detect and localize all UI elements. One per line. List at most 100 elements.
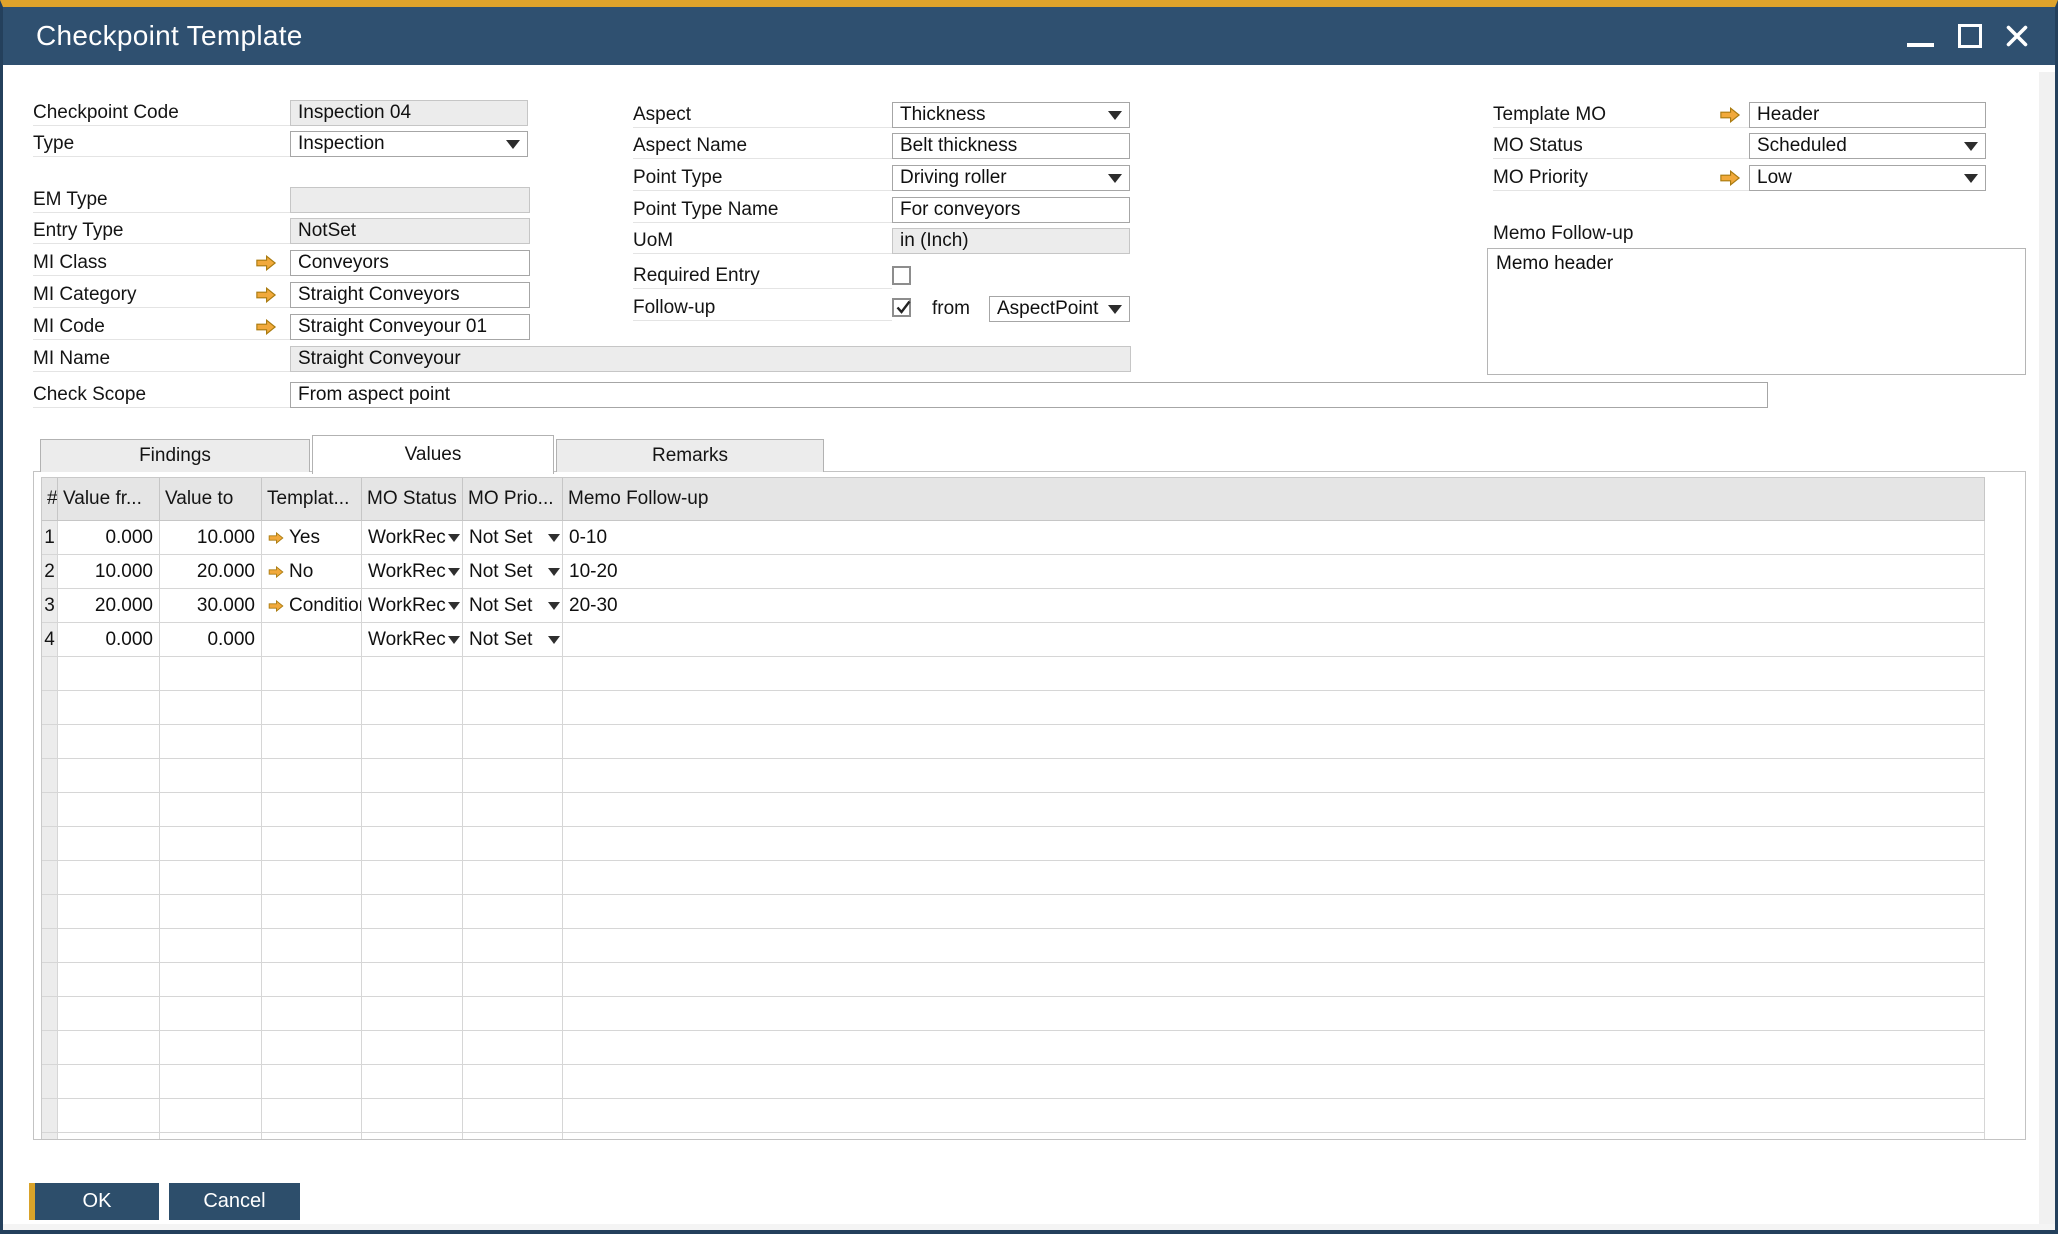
template-followup-cell[interactable] (262, 1065, 362, 1099)
col-header-template[interactable]: Templat... (262, 478, 362, 521)
mo-status-cell[interactable] (362, 691, 463, 725)
mo-status-cell[interactable]: WorkRec (362, 589, 463, 623)
col-header-value-to[interactable]: Value to (160, 478, 262, 521)
point-type-dropdown[interactable]: Driving roller (892, 165, 1130, 191)
memo-follow-up-cell[interactable]: 20-30 (563, 589, 1985, 623)
value-to-cell[interactable] (160, 691, 262, 725)
mo-status-cell[interactable] (362, 1099, 463, 1133)
mo-priority-cell[interactable]: Not Set (463, 589, 563, 623)
value-to-cell[interactable] (160, 725, 262, 759)
mi-code-field[interactable]: Straight Conveyour 01 (290, 314, 530, 340)
mo-priority-cell[interactable] (463, 1065, 563, 1099)
value-to-cell[interactable]: 20.000 (160, 555, 262, 589)
col-header-row-number[interactable]: # (42, 478, 58, 521)
memo-follow-up-cell[interactable] (563, 963, 1985, 997)
mi-class-field[interactable]: Conveyors (290, 250, 530, 276)
memo-follow-up-cell[interactable] (563, 929, 1985, 963)
mo-status-cell[interactable] (362, 759, 463, 793)
col-header-mo-priority[interactable]: MO Prio... (463, 478, 563, 521)
mo-status-cell[interactable]: WorkRec (362, 521, 463, 555)
row-number-cell[interactable]: 4 (42, 623, 58, 657)
mo-priority-cell[interactable] (463, 725, 563, 759)
mi-code-link-arrow-icon[interactable] (255, 319, 277, 335)
point-type-name-field[interactable]: For conveyors (892, 197, 1130, 223)
value-from-cell[interactable]: 10.000 (58, 555, 160, 589)
template-mo-link-arrow-icon[interactable] (1719, 107, 1741, 123)
value-from-cell[interactable] (58, 827, 160, 861)
mo-status-cell[interactable] (362, 1133, 463, 1139)
memo-follow-up-cell[interactable] (563, 1031, 1985, 1065)
mo-status-cell[interactable] (362, 997, 463, 1031)
mi-category-field[interactable]: Straight Conveyors (290, 282, 530, 308)
tab-findings[interactable]: Findings (40, 439, 310, 472)
row-number-cell[interactable] (42, 895, 58, 929)
col-header-memo-follow-up[interactable]: Memo Follow-up (563, 478, 1985, 521)
template-followup-cell[interactable] (262, 827, 362, 861)
mo-priority-cell[interactable] (463, 963, 563, 997)
value-from-cell[interactable] (58, 861, 160, 895)
value-from-cell[interactable] (58, 657, 160, 691)
mo-priority-cell[interactable]: Not Set (463, 623, 563, 657)
mo-priority-cell[interactable] (463, 793, 563, 827)
aspect-name-field[interactable]: Belt thickness (892, 133, 1130, 159)
cancel-button[interactable]: Cancel (169, 1183, 300, 1220)
mo-status-cell[interactable] (362, 793, 463, 827)
template-followup-cell[interactable] (262, 1031, 362, 1065)
template-followup-cell[interactable] (262, 1133, 362, 1139)
memo-follow-up-cell[interactable] (563, 1065, 1985, 1099)
check-scope-field[interactable]: From aspect point (290, 382, 1768, 408)
mo-priority-cell[interactable] (463, 827, 563, 861)
template-followup-cell[interactable] (262, 691, 362, 725)
value-to-cell[interactable] (160, 793, 262, 827)
mo-status-cell[interactable] (362, 929, 463, 963)
memo-follow-up-cell[interactable] (563, 827, 1985, 861)
mo-status-cell[interactable] (362, 1065, 463, 1099)
mo-priority-cell[interactable]: Not Set (463, 555, 563, 589)
template-followup-cell[interactable] (262, 895, 362, 929)
value-from-cell[interactable] (58, 929, 160, 963)
required-entry-checkbox[interactable] (892, 266, 911, 285)
row-number-cell[interactable] (42, 963, 58, 997)
mo-priority-cell[interactable] (463, 861, 563, 895)
value-from-cell[interactable] (58, 1099, 160, 1133)
follow-up-checkbox[interactable] (892, 298, 911, 317)
row-number-cell[interactable] (42, 691, 58, 725)
template-followup-cell[interactable] (262, 759, 362, 793)
mo-status-cell[interactable] (362, 725, 463, 759)
memo-follow-up-cell[interactable] (563, 691, 1985, 725)
value-to-cell[interactable]: 0.000 (160, 623, 262, 657)
mi-category-link-arrow-icon[interactable] (255, 287, 277, 303)
memo-follow-up-cell[interactable] (563, 997, 1985, 1031)
value-to-cell[interactable] (160, 997, 262, 1031)
value-to-cell[interactable] (160, 929, 262, 963)
memo-follow-up-cell[interactable]: 0-10 (563, 521, 1985, 555)
value-from-cell[interactable] (58, 1065, 160, 1099)
value-from-cell[interactable] (58, 759, 160, 793)
row-number-cell[interactable] (42, 929, 58, 963)
row-number-cell[interactable]: 2 (42, 555, 58, 589)
template-mo-field[interactable]: Header (1749, 102, 1986, 128)
row-number-cell[interactable] (42, 1099, 58, 1133)
mo-status-cell[interactable] (362, 963, 463, 997)
type-dropdown[interactable]: Inspection (290, 131, 528, 157)
template-followup-cell[interactable] (262, 929, 362, 963)
mo-status-cell[interactable] (362, 861, 463, 895)
template-followup-cell[interactable] (262, 793, 362, 827)
template-followup-cell[interactable] (262, 997, 362, 1031)
memo-follow-up-cell[interactable] (563, 725, 1985, 759)
template-followup-cell[interactable] (262, 623, 362, 657)
close-button[interactable] (1997, 7, 2037, 65)
value-to-cell[interactable] (160, 861, 262, 895)
mo-priority-cell[interactable] (463, 1099, 563, 1133)
row-number-cell[interactable] (42, 793, 58, 827)
memo-follow-up-cell[interactable]: 10-20 (563, 555, 1985, 589)
maximize-button[interactable] (1950, 7, 1990, 65)
mo-priority-cell[interactable] (463, 1133, 563, 1139)
mo-priority-cell[interactable] (463, 691, 563, 725)
memo-follow-up-textarea[interactable]: Memo header (1487, 248, 2026, 375)
value-to-cell[interactable] (160, 1099, 262, 1133)
mo-status-dropdown[interactable]: Scheduled (1749, 133, 1986, 159)
row-number-cell[interactable] (42, 1133, 58, 1139)
memo-follow-up-cell[interactable] (563, 623, 1985, 657)
mo-priority-cell[interactable] (463, 657, 563, 691)
